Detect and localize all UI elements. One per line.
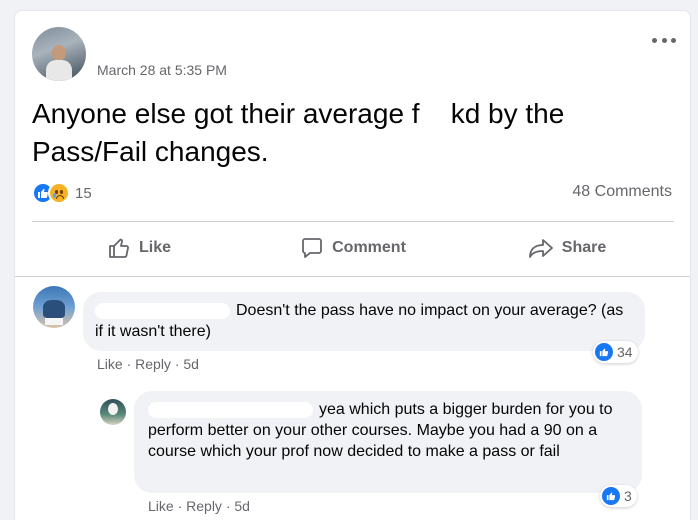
reply-like-link[interactable]: Like xyxy=(148,498,174,514)
divider xyxy=(15,276,690,277)
comments-count[interactable]: 48 Comments xyxy=(572,183,672,201)
thumbs-up-icon xyxy=(109,238,129,258)
reactions-summary[interactable]: 15 xyxy=(32,181,92,205)
post-text: Anyone else got their average f kd by th… xyxy=(32,98,565,167)
redacted-name xyxy=(148,401,313,418)
reply-bubble: yea which puts a bigger burden for you t… xyxy=(134,391,642,493)
comment-like-link[interactable]: Like xyxy=(97,356,123,372)
share-button-label: Share xyxy=(561,239,607,256)
author-avatar[interactable] xyxy=(32,27,86,81)
like-button[interactable]: Like xyxy=(32,226,246,270)
comment-meta: Like · Reply · 5d xyxy=(97,356,199,372)
reply-like-badge[interactable]: 3 xyxy=(600,485,637,507)
like-reaction-icon xyxy=(602,487,620,505)
share-icon xyxy=(528,239,553,258)
post-card: March 28 at 5:35 PM Anyone else got thei… xyxy=(14,10,691,520)
comment-like-count: 34 xyxy=(617,344,633,360)
comment-reply-link[interactable]: Reply xyxy=(135,356,171,372)
comment-button[interactable]: Comment xyxy=(246,226,460,270)
redacted-name xyxy=(95,302,230,319)
reply-meta: Like · Reply · 5d xyxy=(148,498,250,514)
sad-reaction-icon xyxy=(48,182,70,204)
replier-avatar[interactable] xyxy=(100,399,126,425)
commenter-avatar[interactable] xyxy=(33,286,75,328)
share-button[interactable]: Share xyxy=(460,226,674,270)
comment-icon xyxy=(302,238,323,258)
reaction-count: 15 xyxy=(75,184,92,202)
comment-button-label: Comment xyxy=(332,239,406,256)
divider xyxy=(32,221,674,222)
comment-like-badge[interactable]: 34 xyxy=(593,341,638,363)
like-reaction-icon xyxy=(595,343,613,361)
post-timestamp[interactable]: March 28 at 5:35 PM xyxy=(97,62,227,78)
reply-reply-link[interactable]: Reply xyxy=(186,498,222,514)
like-button-label: Like xyxy=(138,239,171,256)
reply-like-count: 3 xyxy=(624,488,632,504)
more-icon[interactable] xyxy=(652,33,676,47)
action-bar: Like Comment Share xyxy=(32,226,674,270)
comment-age[interactable]: 5d xyxy=(183,356,199,372)
reply-age[interactable]: 5d xyxy=(234,498,250,514)
comment-bubble: Doesn't the pass have no impact on your … xyxy=(83,292,645,351)
